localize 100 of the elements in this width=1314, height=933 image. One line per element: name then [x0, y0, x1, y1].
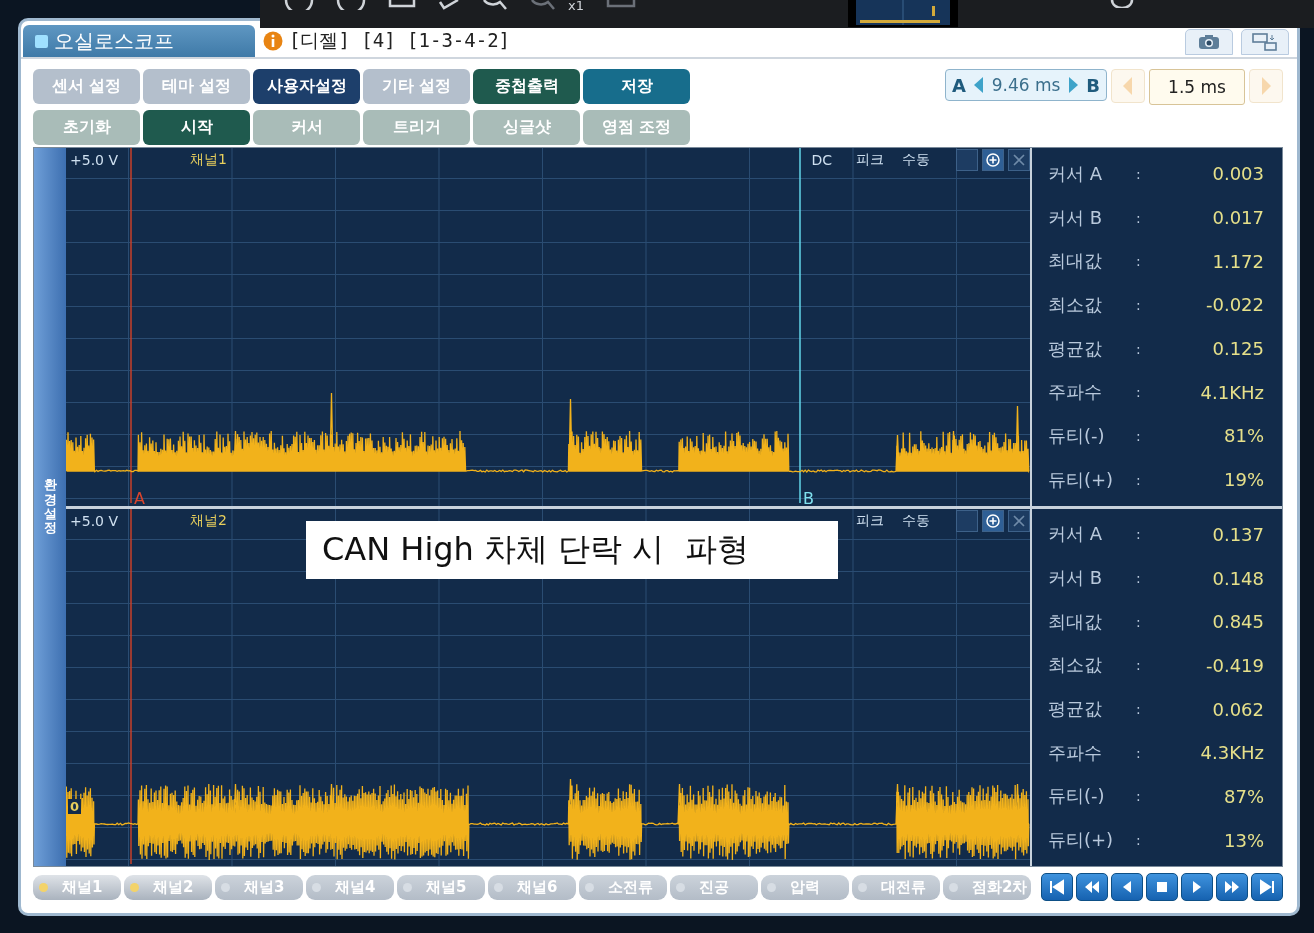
stat-separator: : — [1136, 253, 1142, 270]
stat-label: 평균값 — [1048, 336, 1103, 361]
stat-value: 13% — [1223, 829, 1264, 851]
stat-value: 0.137 — [1211, 523, 1264, 545]
cursor-span-control[interactable]: A 9.46 ms B — [945, 69, 1107, 101]
stat-value: 0.017 — [1211, 207, 1264, 229]
channel-label: 채널2 — [190, 511, 227, 530]
channel-tab[interactable]: 채널3 — [215, 874, 303, 900]
toolbar-button[interactable]: 센서 설정 — [33, 69, 140, 104]
fast-forward-button[interactable] — [1216, 873, 1248, 901]
coupling-label[interactable]: DC — [811, 152, 832, 168]
time-div-field[interactable]: 1.5 ms — [1149, 69, 1245, 105]
stat-separator: : — [1136, 701, 1142, 718]
channel-tab[interactable]: 채널5 — [397, 874, 485, 900]
caption-text: CAN High 차체 단락 시 파형 — [306, 520, 838, 579]
stat-label: 최소값 — [1048, 292, 1103, 317]
close-button[interactable] — [1008, 149, 1030, 171]
close-icon — [1012, 513, 1026, 528]
stat-value: 81% — [1223, 425, 1264, 447]
stat-value: 0.003 — [1211, 163, 1264, 185]
channel-label: 채널1 — [190, 151, 227, 169]
stat-separator: : — [1136, 832, 1142, 849]
stat-label: 듀티(-) — [1048, 423, 1106, 448]
add-button[interactable] — [982, 149, 1004, 171]
channel-tab[interactable]: 진공 — [670, 874, 758, 900]
toolbar-button[interactable]: 테마 설정 — [143, 69, 250, 104]
stat-value: 0.062 — [1211, 698, 1264, 720]
zoom-out-icon[interactable] — [530, 0, 556, 10]
stat-separator: : — [1136, 471, 1142, 488]
toolbar-button[interactable]: 시작 — [143, 110, 250, 145]
toolbar-button[interactable]: 초기화 — [33, 110, 140, 145]
stat-label: 커서 B — [1048, 566, 1104, 591]
first-button[interactable] — [1041, 873, 1073, 901]
cursor-a-label: A — [134, 488, 145, 506]
plus-icon — [986, 513, 1000, 528]
stat-separator: : — [1136, 788, 1142, 805]
settings-sidebar[interactable]: 환경설정 — [34, 148, 66, 866]
stat-label: 주파수 — [1048, 740, 1103, 765]
channel-tab[interactable]: 압력 — [761, 874, 849, 900]
stat-separator: : — [1136, 384, 1142, 401]
mode-label[interactable]: 피크 — [856, 151, 884, 169]
channel-tab[interactable]: 점화2차 — [943, 874, 1031, 900]
stop-button[interactable] — [1146, 873, 1178, 901]
stat-separator: : — [1136, 296, 1142, 313]
layout-button[interactable] — [1241, 29, 1289, 55]
stat-value: 4.3KHz — [1199, 742, 1264, 764]
channel-tab[interactable]: 소전류 — [579, 874, 667, 900]
toolbar-button[interactable]: 싱글샷 — [473, 110, 580, 145]
scale-label: +5.0 V — [70, 152, 119, 168]
right-arrow-icon — [1068, 77, 1079, 93]
stat-separator: : — [1136, 209, 1142, 226]
add-button[interactable] — [982, 509, 1004, 532]
stat-value: 87% — [1223, 785, 1264, 807]
stat-label: 최소값 — [1048, 653, 1103, 678]
close-button[interactable] — [1008, 509, 1030, 532]
camera-button[interactable] — [1185, 29, 1233, 55]
info-icon — [263, 31, 283, 51]
right-arrow-icon — [1261, 77, 1271, 95]
toolbar-button[interactable]: 사용자설정 — [253, 69, 360, 104]
toolbar-button[interactable]: 영점 조정 — [583, 110, 690, 145]
window-title[interactable]: 오실로스코프 — [23, 25, 255, 57]
channel-tab[interactable]: 채널1 — [33, 874, 121, 900]
rewind-icon — [1083, 878, 1101, 896]
last-button[interactable] — [1251, 873, 1283, 901]
channel-tab[interactable]: 채널6 — [488, 874, 576, 900]
zoom-in-icon[interactable] — [482, 0, 508, 10]
stat-value: -0.022 — [1204, 294, 1264, 316]
toggle-button[interactable] — [956, 149, 978, 171]
stat-separator: : — [1136, 427, 1142, 444]
toggle-button[interactable] — [956, 509, 978, 532]
camera-icon — [1198, 34, 1220, 50]
stat-label: 커서 A — [1048, 161, 1104, 186]
previous-button[interactable] — [1111, 873, 1143, 901]
left-arrow-icon — [973, 77, 984, 93]
scale-label: +5.0 V — [70, 512, 119, 529]
fast-forward-icon — [1223, 878, 1241, 896]
range-label[interactable]: 수동 — [902, 151, 930, 169]
toolbar-button[interactable]: 기타 설정 — [363, 69, 470, 104]
stat-label: 최대값 — [1048, 249, 1103, 274]
ground-marker: 0 — [68, 798, 82, 814]
toolbar-button[interactable]: 커서 — [253, 110, 360, 145]
stat-value: 4.1KHz — [1199, 381, 1264, 403]
stat-label: 듀티(-) — [1048, 784, 1106, 809]
channel-tab[interactable]: 채널2 — [124, 874, 212, 900]
toolbar-button[interactable]: 저장 — [583, 69, 690, 104]
channel-tab[interactable]: 대전류 — [852, 874, 940, 900]
play-button[interactable] — [1181, 873, 1213, 901]
rewind-button[interactable] — [1076, 873, 1108, 901]
stat-label: 듀티(+) — [1048, 467, 1115, 492]
range-label[interactable]: 수동 — [902, 511, 930, 530]
close-icon — [1012, 153, 1026, 167]
stat-value: 1.172 — [1211, 250, 1264, 272]
skip-forward-icon — [1258, 878, 1276, 896]
toolbar-button[interactable]: 중첩출력 — [473, 69, 580, 104]
toolbar-button[interactable]: 트리거 — [363, 110, 470, 145]
info-text: [디젤] [4] [1-3-4-2] — [289, 28, 511, 53]
stat-value: -0.419 — [1204, 654, 1264, 676]
channel-tab[interactable]: 채널4 — [306, 874, 394, 900]
plus-icon — [986, 153, 1000, 167]
mode-label[interactable]: 피크 — [856, 511, 884, 530]
